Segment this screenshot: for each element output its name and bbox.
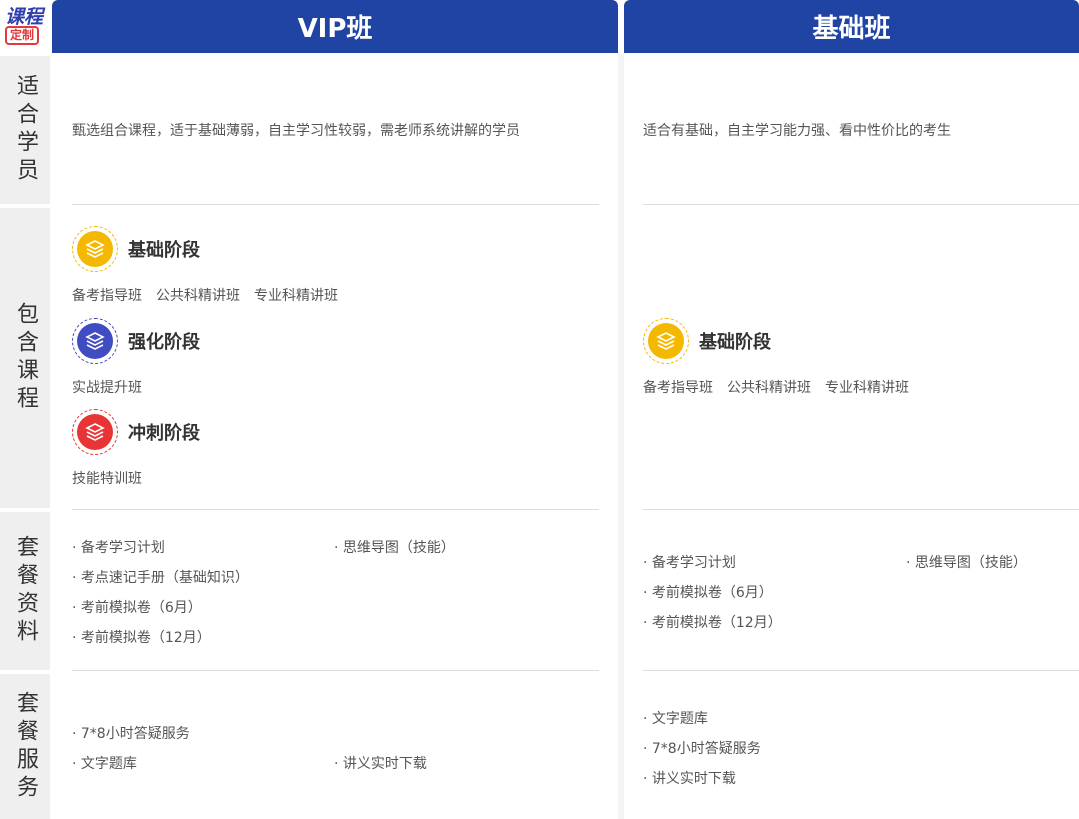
divider [72,509,599,510]
stage-title: 冲刺阶段 [128,423,200,444]
divider [72,204,599,205]
service-item: · 7*8小时答疑服务 [643,741,761,757]
sidebar-row-services: 套餐服务 [0,674,50,819]
material-item: · 考点速记手册（基础知识） [72,570,249,586]
basic-stage-basic: 基础阶段 [643,318,771,364]
sidebar-row-suitable: 适合学员 [0,56,50,204]
vip-column: VIP班 甄选组合课程，适于基础薄弱，自主学习性较弱，需老师系统讲解的学员 基础… [52,0,618,819]
material-item: · 考前模拟卷（6月） [643,585,773,601]
course-item: 专业科精讲班 [825,380,909,396]
course-item: 公共科精讲班 [156,288,240,304]
material-item: · 思维导图（技能） [906,555,1027,571]
sidebar-label: 适合学员 [13,74,38,186]
layers-icon [72,318,118,364]
stage-title: 强化阶段 [128,332,200,353]
divider [643,204,1079,205]
service-item: · 讲义实时下载 [643,771,736,787]
material-item: · 考前模拟卷（6月） [72,600,202,616]
vip-stage-basic-items: 备考指导班 公共科精讲班 专业科精讲班 [72,285,352,305]
basic-stage-basic-items: 备考指导班 公共科精讲班 专业科精讲班 [643,377,923,397]
layers-icon [72,226,118,272]
divider [643,670,1079,671]
course-item: 备考指导班 [643,380,713,396]
vip-stage-strengthen: 强化阶段 [72,318,200,364]
material-item: · 考前模拟卷（12月） [72,630,211,646]
material-item: · 备考学习计划 [72,540,165,556]
material-item: · 备考学习计划 [643,555,736,571]
logo-text-bottom: 定制 [5,26,40,45]
vip-suitable-text: 甄选组合课程，适于基础薄弱，自主学习性较弱，需老师系统讲解的学员 [72,123,520,139]
course-item: 技能特训班 [72,471,142,487]
basic-suitable-text: 适合有基础，自主学习能力强、看中性价比的考生 [643,123,951,139]
layers-icon [643,318,689,364]
vip-stage-basic: 基础阶段 [72,226,200,272]
divider [643,509,1079,510]
material-item: · 考前模拟卷（12月） [643,615,782,631]
vip-stage-sprint: 冲刺阶段 [72,409,200,455]
basic-header: 基础班 [624,0,1079,53]
course-custom-logo: 课程 定制 [0,0,50,54]
vip-stage-strengthen-items: 实战提升班 [72,377,156,397]
service-item: · 文字题库 [72,756,137,772]
sidebar-row-courses: 包含课程 [0,208,50,508]
layers-icon [72,409,118,455]
stage-title: 基础阶段 [128,240,200,261]
service-item: · 文字题库 [643,711,708,727]
course-item: 公共科精讲班 [727,380,811,396]
basic-column: 基础班 适合有基础，自主学习能力强、看中性价比的考生 基础阶段 备考指导班 公共科… [624,0,1079,819]
sidebar-label: 包含课程 [13,302,38,414]
service-item: · 7*8小时答疑服务 [72,726,190,742]
course-item: 实战提升班 [72,380,142,396]
logo-text-top: 课程 [5,6,44,28]
material-item: · 思维导图（技能） [334,540,455,556]
sidebar-label: 套餐资料 [13,535,38,647]
course-item: 专业科精讲班 [254,288,338,304]
vip-header: VIP班 [52,0,618,53]
course-item: 备考指导班 [72,288,142,304]
sidebar-label: 套餐服务 [13,690,38,803]
sidebar-row-materials: 套餐资料 [0,512,50,670]
vip-stage-sprint-items: 技能特训班 [72,468,156,488]
service-item: · 讲义实时下载 [334,756,427,772]
divider [72,670,599,671]
stage-title: 基础阶段 [699,332,771,353]
